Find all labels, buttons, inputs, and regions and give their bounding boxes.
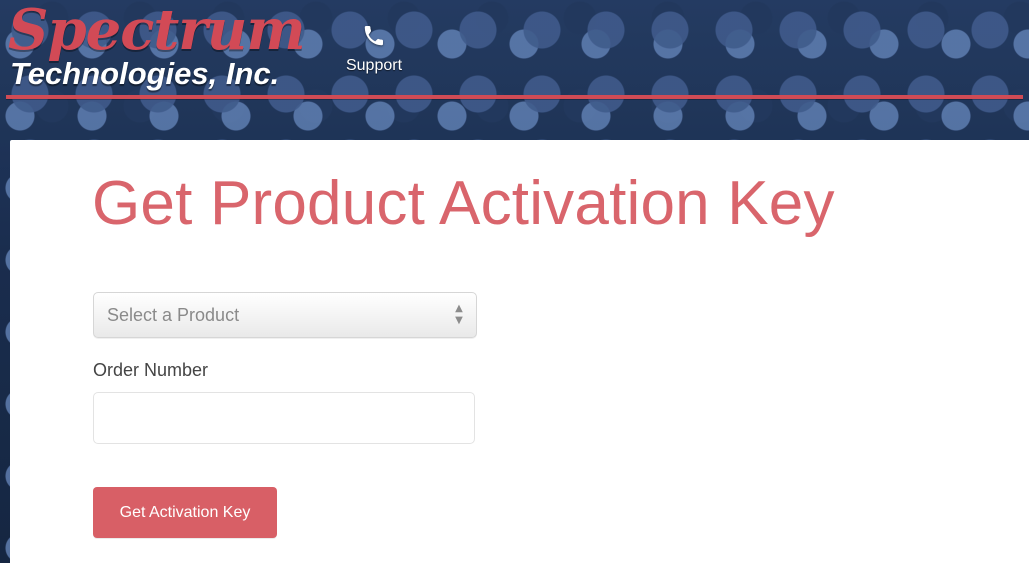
- product-select[interactable]: Select a Product ▲ ▼: [93, 292, 477, 338]
- phone-icon: [364, 26, 383, 46]
- select-arrows-icon: ▲ ▼: [455, 303, 463, 326]
- support-link[interactable]: Support: [334, 24, 414, 84]
- get-activation-key-button[interactable]: Get Activation Key: [93, 487, 277, 538]
- logo-spectrum: Spectrum: [8, 0, 306, 63]
- product-select-value: Select a Product: [107, 305, 240, 325]
- company-logo[interactable]: Spectrum Technologies, Inc.: [8, 2, 308, 96]
- page-title: Get Product Activation Key: [92, 169, 835, 238]
- header-accent-line: [6, 95, 1023, 99]
- support-label: Support: [345, 57, 403, 74]
- site-header: Spectrum Technologies, Inc. Support: [0, 0, 1029, 140]
- order-number-input[interactable]: [93, 392, 475, 444]
- logo-technologies-inc: Technologies, Inc.: [10, 56, 280, 91]
- order-number-label: Order Number: [93, 360, 209, 380]
